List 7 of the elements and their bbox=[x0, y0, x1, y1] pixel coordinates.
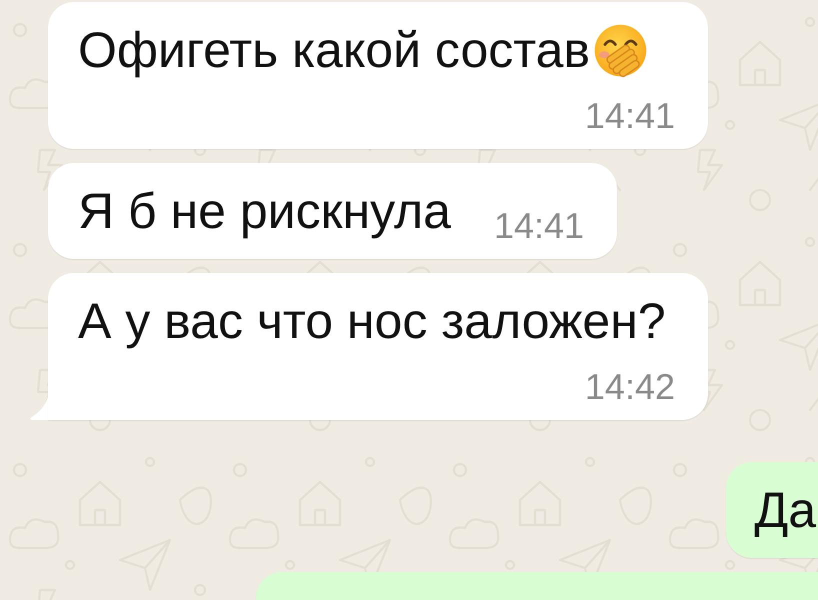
message-text: А у вас что нос заложен? bbox=[78, 292, 666, 351]
message-text: Офигеть какой состав bbox=[78, 21, 590, 80]
message-time: 14:41 bbox=[494, 204, 584, 247]
message-time: 14:41 bbox=[584, 94, 675, 137]
message-time: 14:42 bbox=[584, 365, 675, 408]
message-text: Да bbox=[754, 481, 816, 540]
message-text: Я б не рискнула bbox=[78, 182, 451, 241]
